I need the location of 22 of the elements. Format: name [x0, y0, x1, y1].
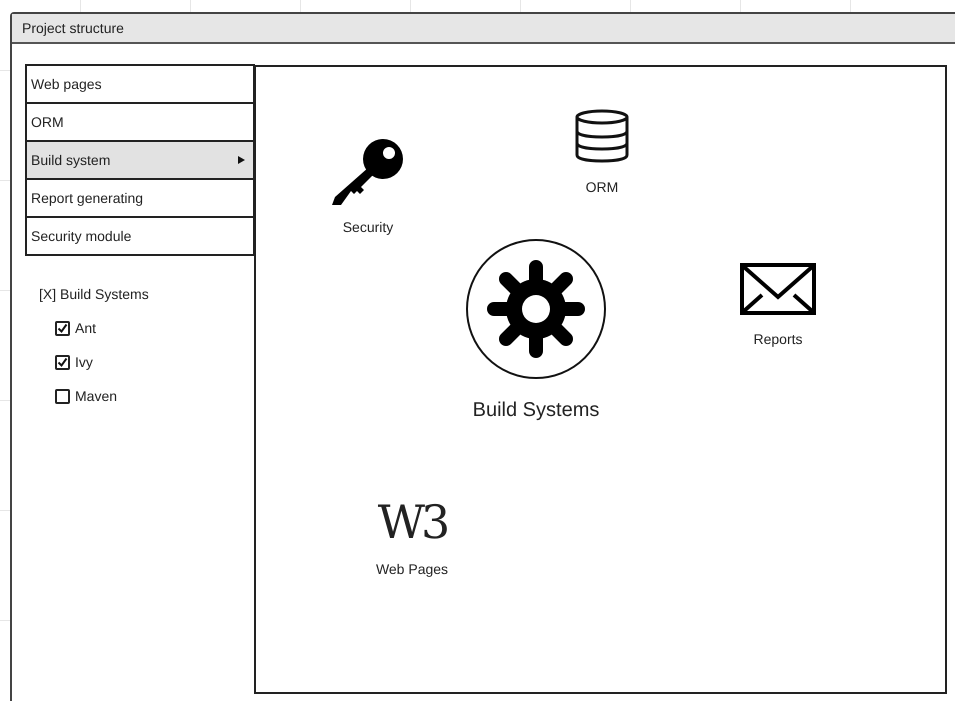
node-label: ORM [586, 178, 618, 197]
node-label: Web Pages [376, 560, 448, 579]
group-heading: [X] Build Systems [39, 285, 149, 304]
envelope-icon [740, 263, 816, 315]
sidebar-item[interactable]: Security module [25, 216, 255, 256]
checkmark-icon [57, 323, 68, 334]
sidebar-item[interactable]: Web pages [25, 64, 255, 104]
logo: W3 [378, 499, 446, 545]
sidebar-item[interactable]: Report generating [25, 178, 255, 218]
database-icon [574, 109, 630, 163]
node-label: Build Systems [472, 398, 600, 423]
submenu-arrow-icon [238, 156, 245, 164]
checkbox[interactable]: Ant [55, 318, 255, 339]
sidebar-item[interactable]: Build system [25, 140, 255, 180]
checkbox[interactable]: Ivy [55, 352, 255, 373]
sidebar-item[interactable]: ORM [25, 102, 255, 142]
node-label: Reports [753, 330, 803, 349]
window-title: Project structure [12, 14, 955, 44]
gear-icon [464, 237, 608, 381]
node-label: Security [342, 218, 394, 237]
checkbox[interactable]: Maven [55, 386, 255, 407]
checkmark-icon [57, 357, 68, 368]
